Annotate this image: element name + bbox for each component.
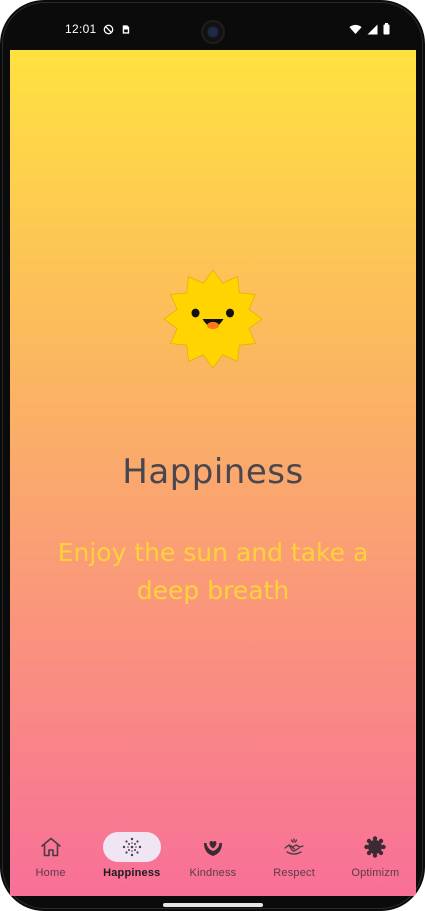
nav-item-home[interactable]: Home xyxy=(12,823,90,879)
battery-icon xyxy=(383,23,390,35)
sunflower-icon xyxy=(364,836,387,858)
page-title: Happiness xyxy=(122,452,304,492)
smiling-sun-icon xyxy=(163,269,263,369)
hands-heart-icon xyxy=(203,841,222,856)
app-screen: Happiness Enjoy the sun and take a deep … xyxy=(10,50,416,896)
nav-item-happiness[interactable]: Happiness xyxy=(93,823,171,879)
nav-pill-optimizm xyxy=(346,832,404,862)
nav-item-respect[interactable]: Respect xyxy=(255,823,333,879)
nav-label-home: Home xyxy=(35,867,66,879)
nav-label-happiness: Happiness xyxy=(103,867,161,879)
home-indicator[interactable] xyxy=(163,903,263,907)
signal-icon xyxy=(367,24,378,34)
sim-card-icon xyxy=(122,24,129,34)
nav-pill-respect xyxy=(265,832,323,862)
nav-label-respect: Respect xyxy=(273,867,316,879)
sparkle-dots-icon xyxy=(122,837,141,857)
status-left: 12:01 xyxy=(10,22,131,36)
nav-pill-happiness xyxy=(102,832,161,862)
page-subtitle: Enjoy the sun and take a deep breath xyxy=(57,538,369,605)
nav-label-optimizm: Optimizm xyxy=(351,867,400,879)
wifi-icon xyxy=(349,24,362,34)
do-not-disturb-icon xyxy=(103,24,113,34)
nav-pill-home xyxy=(22,832,80,862)
nav-item-kindness[interactable]: Kindness xyxy=(174,823,252,879)
nav-label-kindness: Kindness xyxy=(189,867,237,879)
nav-pill-kindness xyxy=(184,832,242,862)
home-icon xyxy=(40,837,61,857)
bottom-navigation: Home Happiness Kindness Respect Optimizm xyxy=(10,823,416,896)
status-right xyxy=(349,23,415,35)
phone-frame: 12:01 Happiness Enjoy the sun and take a… xyxy=(0,0,425,911)
handshake-icon xyxy=(284,838,304,855)
nav-item-optimizm[interactable]: Optimizm xyxy=(336,823,414,879)
status-time: 12:01 xyxy=(65,22,97,36)
front-camera xyxy=(201,20,225,44)
